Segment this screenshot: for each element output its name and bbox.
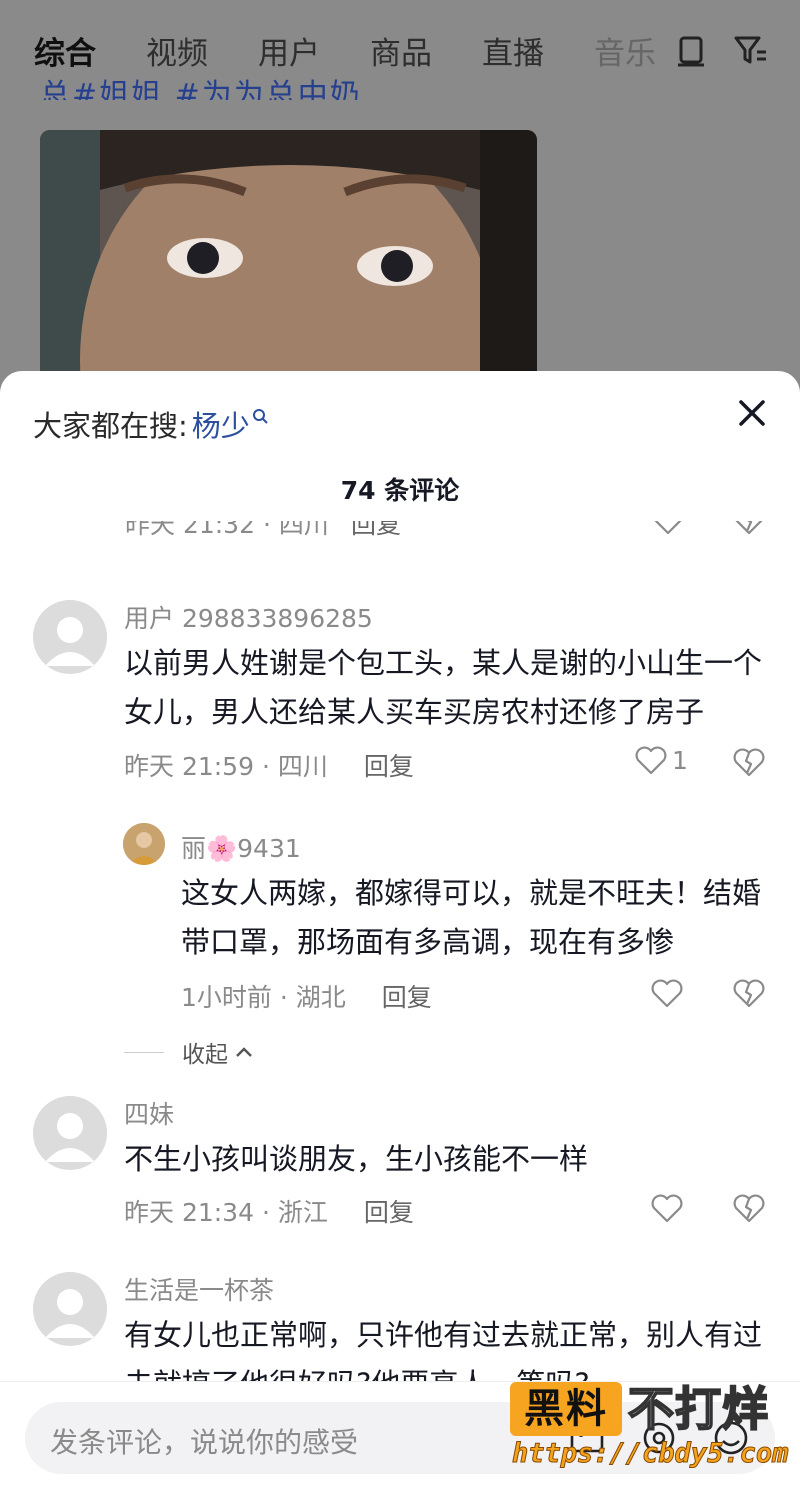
tab-comprehensive[interactable]: 综合 <box>34 28 96 73</box>
comment-meta-row: 昨天 21:59 · 四川 回复 <box>124 747 414 783</box>
collapse-label: 收起 <box>182 1042 228 1068</box>
avatar[interactable] <box>33 1272 107 1346</box>
tab-live[interactable]: 直播 <box>482 28 544 73</box>
hot-search-prefix: 大家都在搜: <box>33 409 188 443</box>
layout-icon[interactable] <box>673 32 709 68</box>
dislike-icon[interactable] <box>732 1191 766 1225</box>
comment-count: 74 条评论 <box>340 476 460 505</box>
avatar[interactable] <box>33 600 107 674</box>
previous-comment-footer: 昨天 21:32 · 四川 回复 <box>125 521 785 549</box>
comment-meta: 昨天 21:32 · 四川 <box>125 521 329 539</box>
heart-icon <box>635 746 667 775</box>
dislike-icon[interactable] <box>732 745 766 779</box>
comment-meta: 昨天 21:59 · 四川 <box>124 752 328 781</box>
watermark-url: https://cbdy5.com <box>511 1438 789 1470</box>
heart-icon[interactable] <box>650 1191 684 1225</box>
reply-button[interactable]: 回复 <box>351 521 401 541</box>
reply-avatar[interactable] <box>123 823 165 865</box>
comment-text: 不生小孩叫谈朋友，生小孩能不一样 <box>124 1142 589 1176</box>
tab-music[interactable]: 音乐 <box>594 28 656 73</box>
reply-username[interactable]: 丽🌸9431 <box>181 829 301 865</box>
video-thumbnail[interactable] <box>40 130 537 400</box>
watermark-slogan: 不打烊 <box>627 1381 769 1437</box>
search-icon <box>252 409 268 424</box>
reply-button[interactable]: 回复 <box>364 1198 414 1227</box>
tab-users[interactable]: 用户 <box>258 28 320 73</box>
chevron-up-icon <box>236 1047 252 1057</box>
reply-meta: 1小时前 · 湖北 <box>181 983 346 1012</box>
watermark-logo: 黑料 不打烊 https://cbdy5.com <box>510 1381 795 1472</box>
comment-meta: 昨天 21:34 · 浙江 <box>124 1198 328 1227</box>
comment-input-placeholder: 发条评论，说说你的感受 <box>50 1426 359 1459</box>
hot-search-bar[interactable]: 大家都在搜: 杨少 <box>33 403 270 445</box>
watermark-brand: 黑料 <box>510 1382 622 1436</box>
comment-username[interactable]: 生活是一杯茶 <box>124 1271 274 1307</box>
tab-video[interactable]: 视频 <box>146 28 208 73</box>
comment-meta-row: 昨天 21:34 · 浙江 回复 <box>124 1193 414 1229</box>
reply-meta-row: 1小时前 · 湖北 回复 <box>181 978 432 1014</box>
divider <box>124 1051 164 1053</box>
comment-text: 以前男人姓谢是个包工头，某人是谢的小山生一个女儿，男人还给某人买车买房农村还修了… <box>124 646 763 729</box>
collapse-replies-button[interactable]: 收起 <box>124 1035 254 1069</box>
close-icon[interactable] <box>732 393 772 433</box>
comment-username[interactable]: 用户 298833896285 <box>124 599 373 635</box>
tab-products[interactable]: 商品 <box>370 28 432 73</box>
dislike-icon[interactable] <box>732 976 766 1010</box>
reply-text: 这女人两嫁，都嫁得可以，就是不旺夫！结婚带口罩，那场面有多高调，现在有多惨 <box>181 876 762 959</box>
heart-icon[interactable] <box>651 521 685 535</box>
comment-list[interactable]: 昨天 21:32 · 四川 回复 用户 298833896285 以前男人姓谢是… <box>0 521 800 1381</box>
search-results-background: 综合 视频 用户 商品 直播 音乐 总#姐姐 #为为总中奶 <box>0 0 800 400</box>
heart-icon[interactable] <box>650 976 684 1010</box>
like-button[interactable]: 1 <box>634 745 688 775</box>
comment-sheet: 大家都在搜: 杨少 74 条评论 昨天 21:32 · 四川 回复 用户 298… <box>0 371 800 1501</box>
result-hashtags: 总#姐姐 #为为总中奶 <box>40 78 362 100</box>
like-count: 1 <box>672 745 688 775</box>
comment-username[interactable]: 四妹 <box>124 1095 174 1131</box>
reply-button[interactable]: 回复 <box>382 983 432 1012</box>
hot-search-keyword[interactable]: 杨少 <box>192 403 250 445</box>
avatar[interactable] <box>33 1096 107 1170</box>
dislike-icon[interactable] <box>732 521 766 535</box>
filter-icon[interactable] <box>733 32 769 68</box>
reply-button[interactable]: 回复 <box>364 752 414 781</box>
comment-text: 有女儿也正常啊，只许他有过去就正常，别人有过去就搞了他很好吗?他要高人一等吗? <box>124 1318 763 1381</box>
